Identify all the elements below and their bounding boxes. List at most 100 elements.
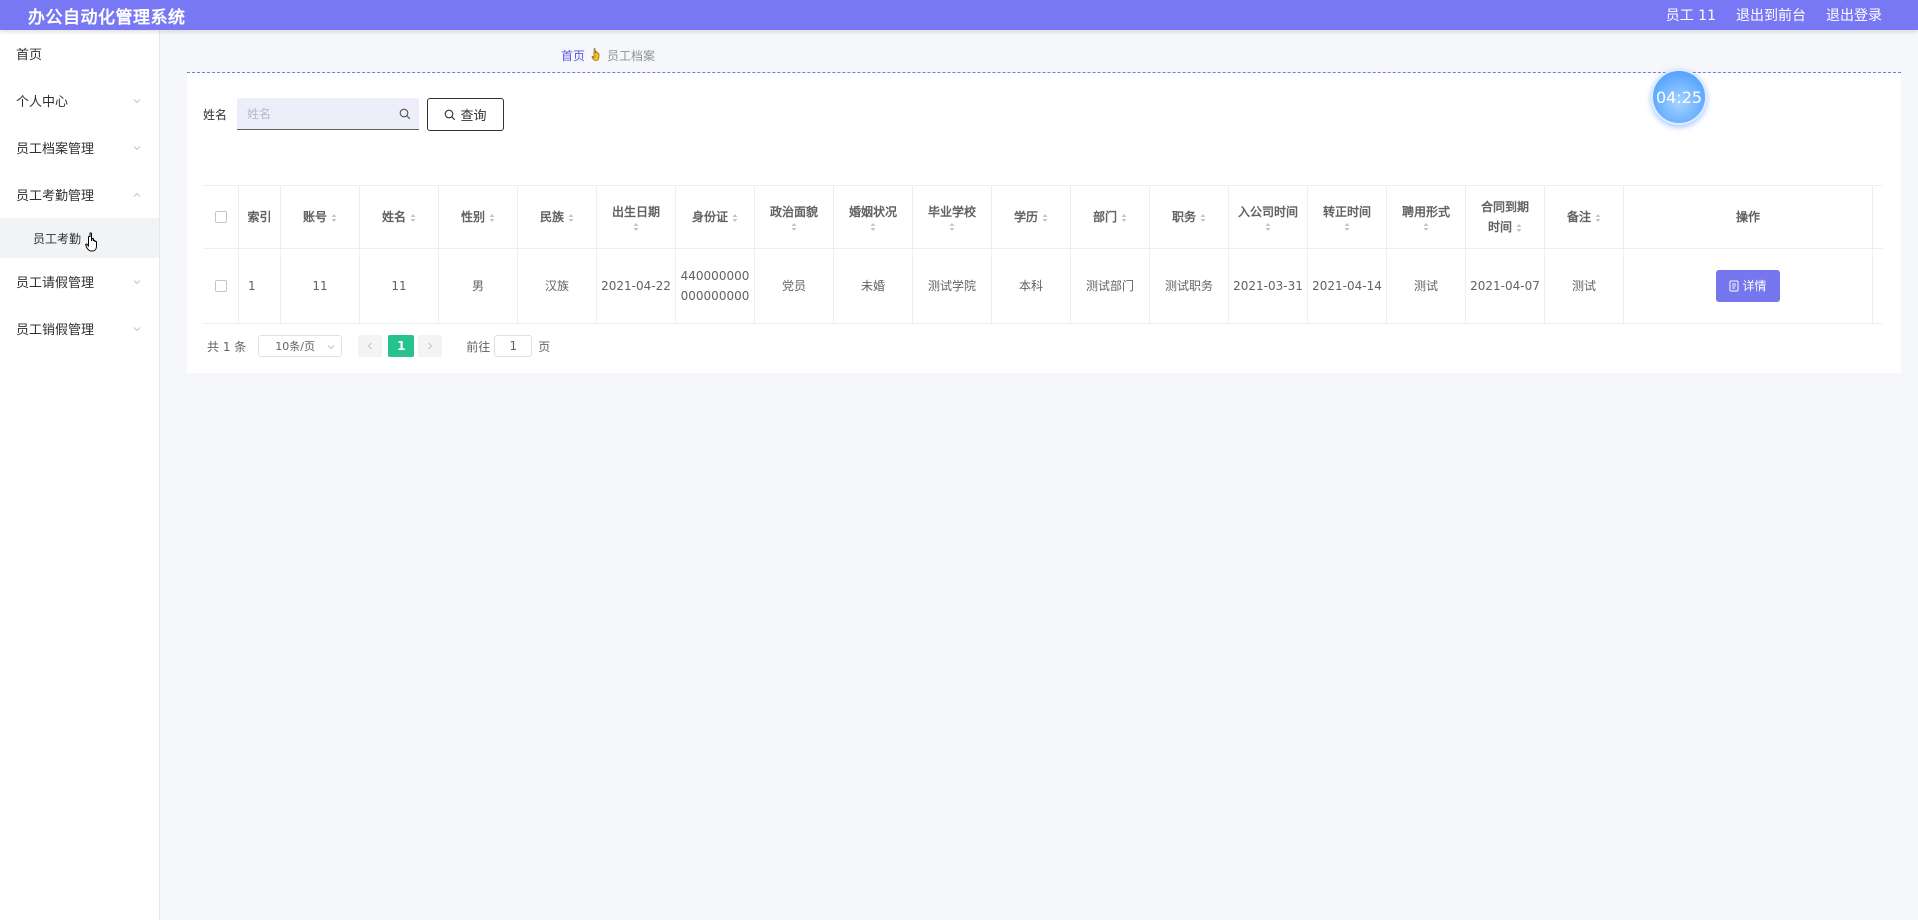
cell-remark: 测试 — [1545, 249, 1624, 323]
search-input[interactable] — [237, 106, 387, 121]
chevron-down-icon — [133, 144, 141, 152]
sidebar-subitem-attendance[interactable]: 员工考勤 — [0, 218, 159, 258]
col-label: 索引 — [247, 210, 272, 224]
cell-department: 测试部门 — [1071, 249, 1150, 323]
logout-link[interactable]: 退出登录 — [1826, 5, 1882, 25]
sidebar-item-leave[interactable]: 员工请假管理 — [0, 258, 159, 305]
sidebar-item-label: 员工档案管理 — [16, 142, 95, 157]
col-label: 聘用形式 — [1401, 205, 1450, 219]
col-header[interactable]: 民族 — [518, 186, 597, 248]
col-header[interactable]: 入公司时间 — [1229, 186, 1308, 248]
sort-icon[interactable] — [410, 213, 416, 223]
col-label: 职务 — [1171, 210, 1196, 224]
goto-page-input[interactable]: 1 — [494, 335, 533, 357]
breadcrumb-home[interactable]: 首页 — [561, 47, 585, 64]
sort-icon[interactable] — [633, 222, 639, 232]
document-icon — [1729, 280, 1739, 292]
col-header[interactable]: 聘用形式 — [1387, 186, 1466, 248]
col-header[interactable]: 学历 — [992, 186, 1071, 248]
timer-badge: 04:25 — [1651, 69, 1707, 125]
sort-icon[interactable] — [1344, 222, 1350, 232]
table-header: 索引 账号 姓名 性别 民族 出生日期 身份证 政治面貌 婚姻状况 毕业学校 学… — [203, 185, 1883, 249]
col-header[interactable]: 职务 — [1150, 186, 1229, 248]
col-header[interactable]: 身份证 — [676, 186, 755, 248]
pagination: 共 1 条 10条/页 1 前往 1 页 — [207, 335, 550, 357]
col-label: 性别 — [460, 210, 485, 224]
cell-political-status: 党员 — [755, 249, 834, 323]
search-icon — [445, 109, 456, 120]
page-number[interactable]: 1 — [388, 335, 415, 357]
search-icon[interactable] — [399, 108, 411, 124]
cell-ethnicity: 汉族 — [518, 249, 597, 323]
search-label: 姓名 — [203, 108, 228, 122]
col-header[interactable]: 部门 — [1071, 186, 1150, 248]
cell-name: 11 — [360, 249, 439, 323]
sort-icon[interactable] — [732, 213, 738, 223]
col-header[interactable]: 毕业学校 — [913, 186, 992, 248]
col-label: 部门 — [1092, 210, 1117, 224]
cell-join-date: 2021-03-31 — [1229, 249, 1308, 323]
row-checkbox[interactable] — [214, 280, 227, 292]
prev-page-button[interactable] — [358, 335, 383, 357]
sort-icon[interactable] — [1042, 213, 1048, 223]
header-select-all — [203, 186, 239, 248]
sort-icon[interactable] — [331, 213, 337, 223]
current-user[interactable]: 员工 11 — [1666, 5, 1716, 25]
col-header[interactable]: 性别 — [439, 186, 518, 248]
detail-button[interactable]: 详情 — [1716, 270, 1780, 302]
sort-icon[interactable] — [949, 222, 955, 232]
table-row: 1 11 11 男 汉族 2021-04-22 4400000000000000… — [203, 249, 1883, 324]
col-label: 学历 — [1013, 210, 1038, 224]
sidebar-item-leave-cancel[interactable]: 员工销假管理 — [0, 305, 159, 352]
col-label: 入公司时间 — [1237, 205, 1298, 219]
sidebar-item-home[interactable]: 首页 — [0, 30, 159, 77]
col-header[interactable]: 政治面貌 — [755, 186, 834, 248]
page-size-select[interactable]: 10条/页 — [258, 335, 343, 357]
select-all-checkbox[interactable] — [214, 211, 227, 223]
chevron-down-icon — [133, 325, 141, 333]
query-button-label: 查询 — [460, 109, 487, 124]
sidebar-subitem-label: 员工考勤 — [33, 231, 82, 246]
sort-icon[interactable] — [568, 213, 574, 223]
next-page-button[interactable] — [418, 335, 443, 357]
cell-account: 11 — [281, 249, 360, 323]
search-field — [237, 98, 419, 130]
col-header[interactable]: 账号 — [281, 186, 360, 248]
sort-icon[interactable] — [1516, 223, 1522, 233]
goto-label: 前往 — [466, 339, 491, 354]
col-label: 婚姻状况 — [848, 205, 897, 219]
chevron-up-icon — [133, 191, 141, 199]
chevron-down-icon — [133, 278, 141, 286]
sidebar-item-personal-center[interactable]: 个人中心 — [0, 77, 159, 124]
cell-marital-status: 未婚 — [834, 249, 913, 323]
sort-icon[interactable] — [1423, 222, 1429, 232]
breadcrumb-current: 员工档案 — [607, 49, 656, 63]
col-header[interactable]: 合同到期时间 — [1466, 186, 1545, 248]
sidebar-item-label: 个人中心 — [16, 95, 69, 110]
col-header[interactable]: 出生日期 — [597, 186, 676, 248]
sort-icon[interactable] — [1265, 222, 1271, 232]
sort-icon[interactable] — [489, 213, 495, 223]
col-header[interactable]: 婚姻状况 — [834, 186, 913, 248]
sidebar-item-attendance[interactable]: 员工考勤管理 — [0, 171, 159, 218]
row-select — [203, 249, 239, 323]
sidebar-item-employee-records[interactable]: 员工档案管理 — [0, 124, 159, 171]
sort-icon[interactable] — [870, 222, 876, 232]
col-header: 索引 — [239, 186, 281, 248]
sort-icon[interactable] — [791, 222, 797, 232]
col-label: 账号 — [302, 210, 327, 224]
col-header: 操作 — [1624, 186, 1873, 248]
exit-to-front-link[interactable]: 退出到前台 — [1736, 5, 1806, 25]
page-size-value: 10条/页 — [275, 340, 315, 353]
col-label: 转正时间 — [1322, 205, 1371, 219]
col-label: 政治面貌 — [769, 205, 818, 219]
col-header[interactable]: 转正时间 — [1308, 186, 1387, 248]
sort-icon[interactable] — [1200, 213, 1206, 223]
query-button[interactable]: 查询 — [427, 98, 504, 131]
col-header[interactable]: 姓名 — [360, 186, 439, 248]
col-header[interactable]: 备注 — [1545, 186, 1624, 248]
sort-icon[interactable] — [1121, 213, 1127, 223]
sort-icon[interactable] — [1595, 213, 1601, 223]
cell-position: 测试职务 — [1150, 249, 1229, 323]
page-suffix: 页 — [538, 339, 551, 354]
